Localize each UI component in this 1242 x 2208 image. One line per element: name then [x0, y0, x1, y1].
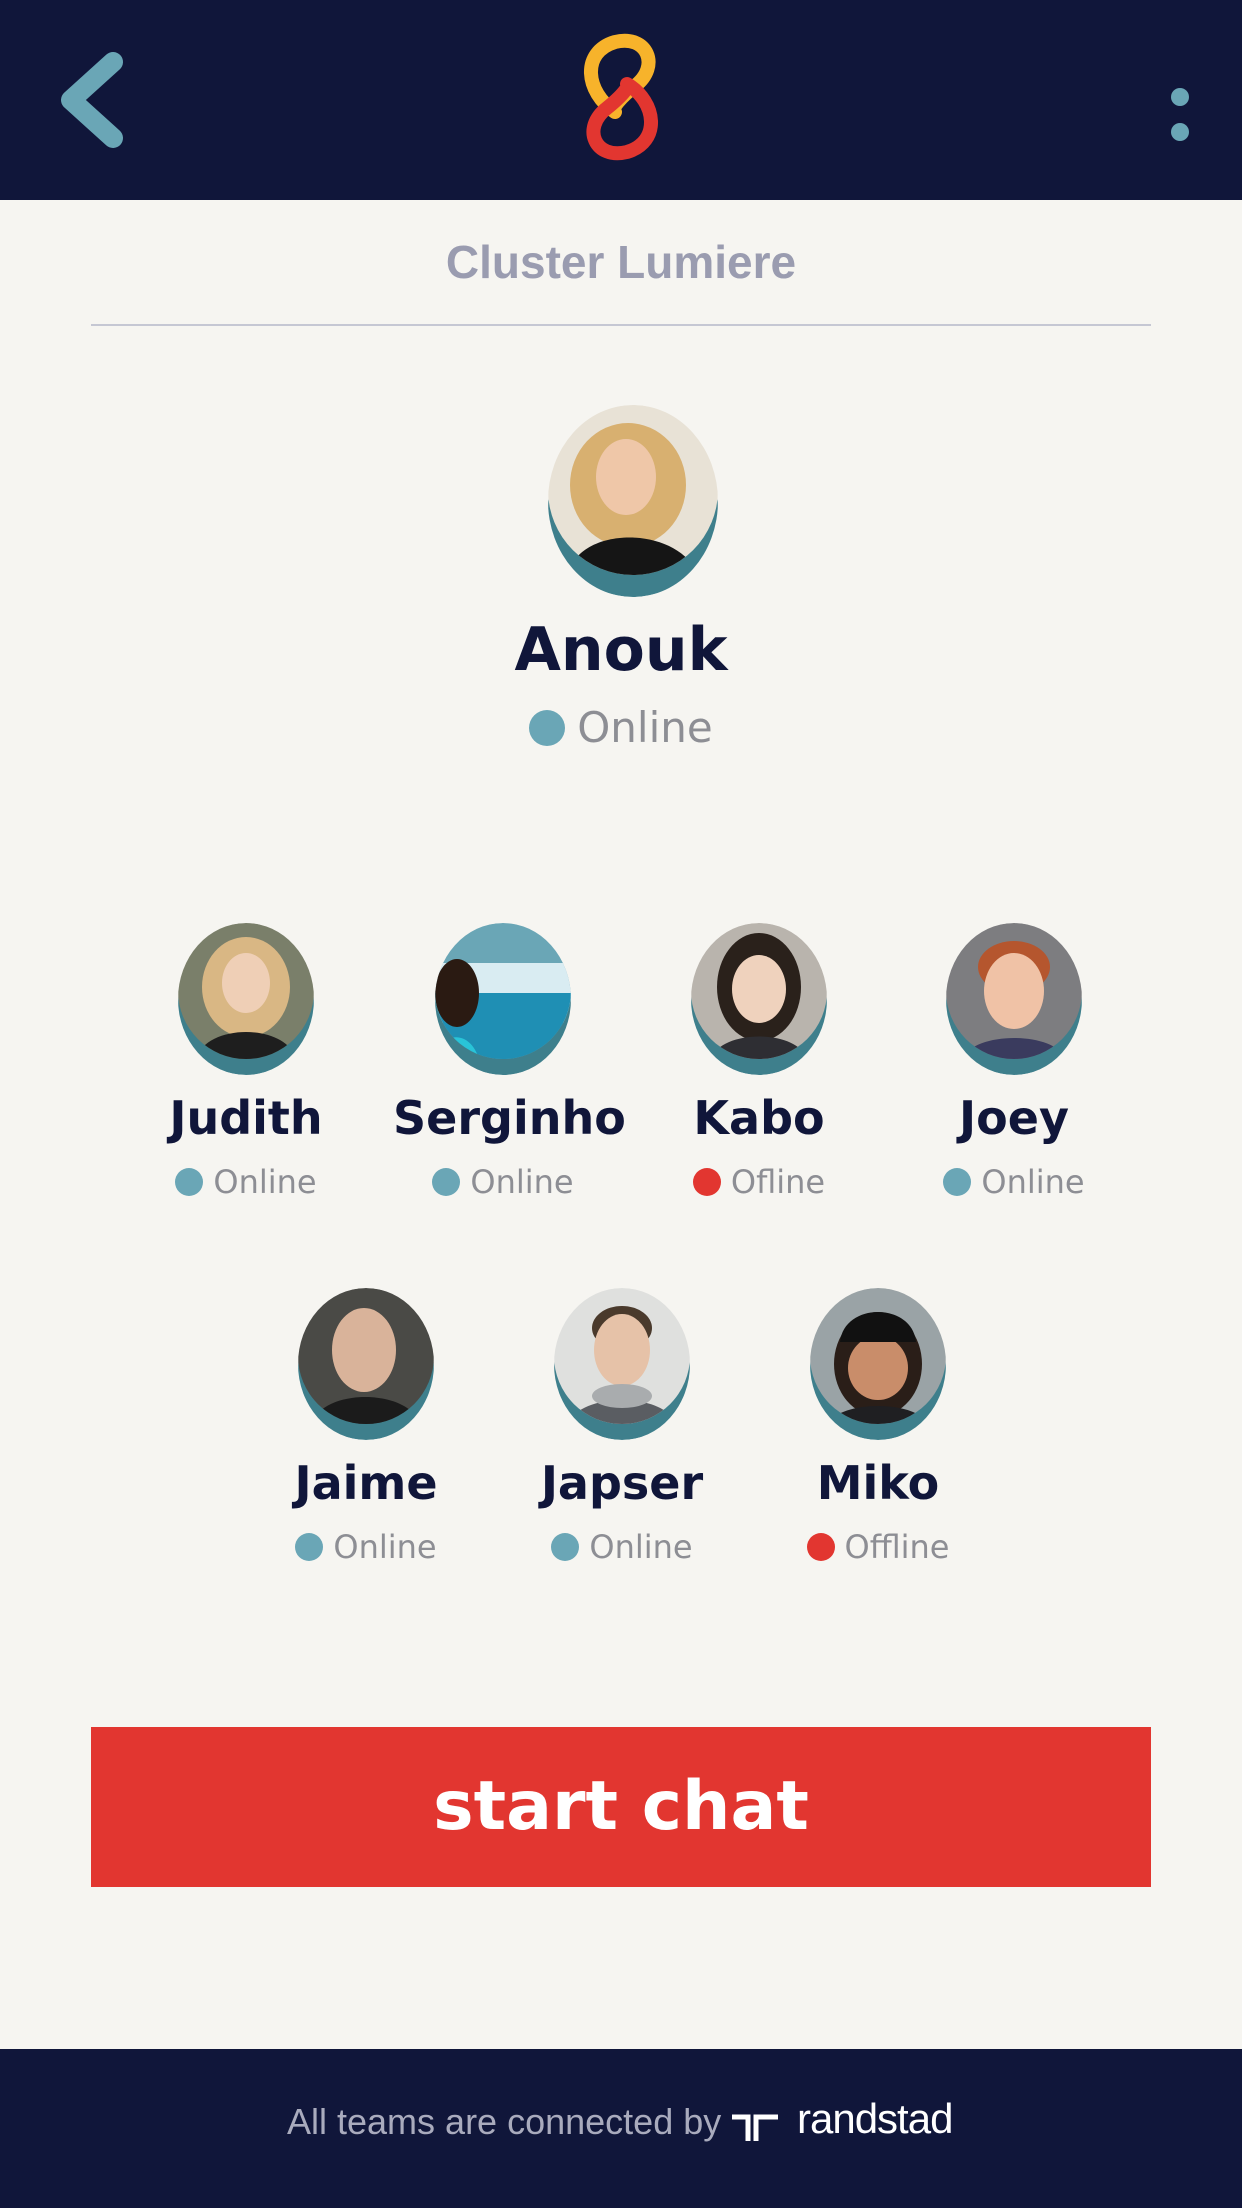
online-dot-icon — [175, 1168, 204, 1196]
member-card-joey[interactable]: Joey Online — [914, 923, 1114, 1208]
footer-tagline: All teams are connected by — [287, 2101, 722, 2142]
lead-member[interactable]: Anouk Online — [471, 405, 771, 765]
member-card-judith[interactable]: Judith Online — [146, 923, 346, 1208]
start-chat-button[interactable]: start chat — [91, 1727, 1151, 1887]
status-label: Online — [981, 1163, 1085, 1201]
avatar — [178, 923, 314, 1075]
member-status: Ofline — [659, 1161, 859, 1201]
app-logo-icon — [575, 30, 667, 164]
chevron-left-icon — [61, 52, 123, 148]
member-card-japser[interactable]: Japser Online — [522, 1288, 722, 1573]
member-status: Online — [914, 1161, 1114, 1201]
offline-dot-icon — [692, 1168, 721, 1196]
status-label: Offline — [844, 1528, 950, 1566]
footer: All teams are connected by randstad — [0, 2049, 1242, 2208]
member-status: Online — [266, 1526, 466, 1566]
title-divider — [91, 324, 1151, 326]
status-label: Online — [213, 1163, 317, 1201]
member-status: Online — [522, 1526, 722, 1566]
member-card-jaime[interactable]: Jaime Online — [266, 1288, 466, 1573]
cluster-title: Cluster Lumiere — [445, 236, 797, 288]
avatar — [548, 405, 718, 597]
member-name: Japser — [540, 1456, 704, 1510]
avatar — [298, 1288, 434, 1440]
status-label: Ofline — [730, 1163, 826, 1201]
more-options-button[interactable] — [1160, 80, 1200, 150]
back-button[interactable] — [55, 50, 135, 150]
member-card-serginho[interactable]: Serginho Online — [393, 923, 626, 1208]
member-card-kabo[interactable]: Kabo Ofline — [659, 923, 859, 1208]
online-dot-icon — [529, 709, 566, 746]
vertical-dots-icon — [1171, 88, 1189, 141]
member-name: Serginho — [393, 1091, 626, 1145]
status-label: Online — [577, 703, 713, 752]
status-label: Online — [589, 1528, 693, 1566]
online-dot-icon — [551, 1533, 580, 1561]
online-dot-icon — [295, 1533, 324, 1561]
avatar — [810, 1288, 946, 1440]
member-status: Online — [146, 1161, 346, 1201]
member-status: Online — [393, 1161, 613, 1201]
avatar — [554, 1288, 690, 1440]
member-status: Online — [471, 700, 771, 752]
online-dot-icon — [432, 1168, 461, 1196]
member-name: Joey — [959, 1091, 1069, 1145]
member-name: Miko — [816, 1456, 940, 1510]
status-label: Online — [333, 1528, 437, 1566]
brand-name: randstad — [797, 2095, 953, 2142]
member-name: Jaime — [294, 1456, 438, 1510]
member-card-miko[interactable]: Miko Offline — [778, 1288, 978, 1573]
avatar — [946, 923, 1082, 1075]
member-status: Offline — [778, 1526, 978, 1566]
member-name: Kabo — [693, 1091, 825, 1145]
member-name: Judith — [169, 1091, 323, 1145]
member-name: Anouk — [514, 615, 728, 685]
online-dot-icon — [943, 1168, 972, 1196]
randstad-logo-icon — [732, 2114, 778, 2141]
top-bar — [0, 0, 1242, 200]
avatar — [691, 923, 827, 1075]
offline-dot-icon — [806, 1533, 835, 1561]
status-label: Online — [470, 1163, 574, 1201]
avatar — [435, 923, 571, 1075]
